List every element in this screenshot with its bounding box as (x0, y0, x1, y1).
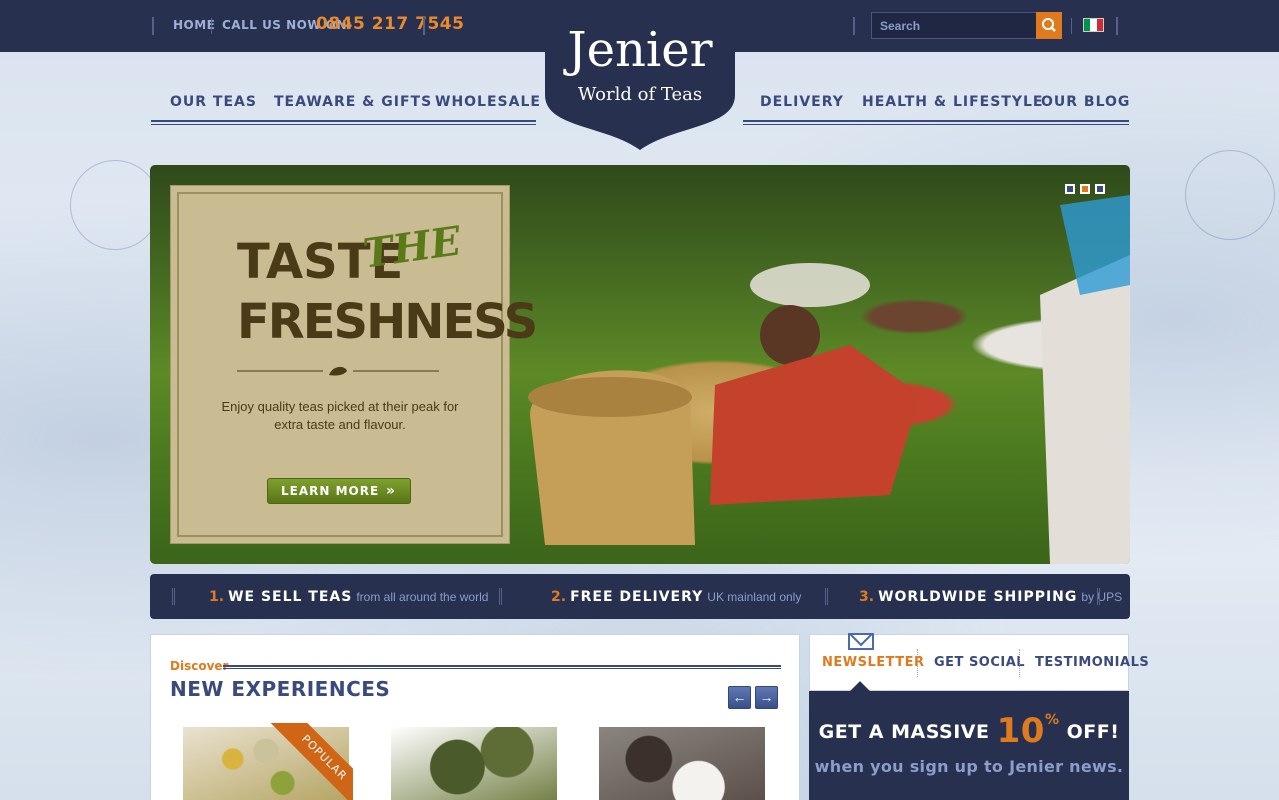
newsletter-content: GET A MASSIVE 10% OFF! when you sign up … (809, 681, 1129, 800)
hero-description: Enjoy quality teas picked at their peak … (221, 399, 459, 432)
slide-dot-3[interactable] (1095, 184, 1105, 194)
divider (211, 18, 212, 34)
main-nav-right: DELIVERY HEALTH & LIFESTYLE OUR BLOG (743, 94, 1129, 114)
nav-item-our-blog[interactable]: OUR BLOG (1041, 94, 1130, 110)
side-tabs-panel: NEWSLETTER GET SOCIAL TESTIMONIALS GET A… (809, 633, 1149, 800)
phone-number[interactable]: 0845 217 7545 (316, 14, 464, 34)
benefit-item: 3. WORLDWIDE SHIPPING by UPS (859, 588, 1122, 606)
nav-rule-left (151, 120, 536, 125)
learn-more-button[interactable]: LEARN MORE » (267, 478, 411, 504)
divider (1071, 18, 1072, 34)
slider-pagination (1065, 184, 1105, 194)
italian-flag-icon[interactable] (1083, 18, 1104, 32)
tab-get-social[interactable]: GET SOCIAL (934, 655, 1025, 670)
search-icon (1042, 18, 1056, 32)
benefit-subtitle: from all around the world (356, 590, 489, 604)
arrow-right-icon: → (759, 689, 774, 705)
compass-rose-left (70, 160, 160, 250)
newsletter-headline: GET A MASSIVE 10% OFF! (809, 711, 1129, 751)
decorative-tick (825, 588, 828, 605)
search-input[interactable] (871, 12, 1037, 39)
logo-subtitle: World of Teas (577, 84, 703, 105)
leaf-divider-icon (237, 366, 439, 376)
decorative-tick (172, 588, 175, 605)
benefit-title: WORLDWIDE SHIPPING (878, 589, 1078, 605)
search-button[interactable] (1036, 12, 1062, 39)
tab-divider (1019, 649, 1020, 677)
tab-newsletter[interactable]: NEWSLETTER (822, 655, 925, 670)
benefit-title: WE SELL TEAS (228, 589, 353, 605)
benefit-subtitle: UK mainland only (707, 590, 802, 604)
nav-item-our-teas[interactable]: OUR TEAS (170, 94, 257, 110)
discover-title: NEW EXPERIENCES (170, 677, 391, 701)
decorative-tick (423, 17, 425, 35)
benefit-number: 2. (551, 589, 567, 605)
benefits-bar: 1. WE SELL TEAS from all around the world … (150, 574, 1130, 619)
nav-item-wholesale[interactable]: WHOLESALE (435, 94, 541, 110)
decorative-tick (499, 588, 502, 605)
popular-badge: POPULAR (269, 723, 353, 800)
discount-percent: % (1044, 712, 1060, 728)
decorative-tick (1097, 588, 1100, 605)
benefit-item: 1. WE SELL TEAS from all around the world (209, 588, 488, 606)
carousel-prev-button[interactable]: ← (728, 686, 751, 709)
discover-kicker: Discover (170, 659, 229, 673)
tab-testimonials[interactable]: TESTIMONIALS (1035, 655, 1149, 670)
envelope-icon (848, 633, 874, 650)
slide-dot-1[interactable] (1065, 184, 1075, 194)
arrow-left-icon: ← (732, 689, 747, 705)
benefit-number: 1. (209, 589, 225, 605)
nav-rule-right (743, 120, 1129, 125)
discover-panel: Discover NEW EXPERIENCES ← → POPULAR (150, 634, 800, 800)
compass-rose-right (1185, 150, 1275, 240)
decorative-tick (1116, 17, 1118, 35)
home-link[interactable]: HOME (173, 18, 215, 32)
decorative-tick (152, 17, 154, 35)
newsletter-subline: when you sign up to Jenier news. (814, 757, 1124, 776)
benefit-number: 3. (859, 589, 875, 605)
main-nav-left: OUR TEAS TEAWARE & GIFTS WHOLESALE (151, 94, 540, 114)
hero-heading-line2: FRESHNESS (237, 294, 538, 350)
decorative-tick (853, 17, 855, 35)
benefit-item: 2. FREE DELIVERY UK mainland only (551, 588, 801, 606)
double-chevron-right-icon: » (385, 483, 396, 499)
nav-item-health-lifestyle[interactable]: HEALTH & LIFESTYLE (862, 94, 1043, 110)
benefit-subtitle: by UPS (1081, 590, 1123, 604)
headline-pre: GET A MASSIVE (818, 721, 990, 743)
benefit-title: FREE DELIVERY (570, 589, 704, 605)
popular-ribbon: POPULAR (269, 723, 353, 800)
product-image-2[interactable] (391, 727, 557, 800)
tab-divider (917, 649, 918, 677)
learn-more-label: LEARN MORE (281, 484, 380, 498)
nav-item-delivery[interactable]: DELIVERY (760, 94, 844, 110)
nav-item-teaware-gifts[interactable]: TEAWARE & GIFTS (274, 94, 432, 110)
site-logo[interactable]: Jenier World of Teas (545, 0, 735, 150)
discover-rule (223, 665, 781, 669)
discount-value: 10 (996, 711, 1045, 751)
hero-slider: TASTE THE FRESHNESS Enjoy quality teas p… (150, 165, 1130, 564)
hero-card: TASTE THE FRESHNESS Enjoy quality teas p… (170, 185, 538, 544)
slide-dot-2[interactable] (1080, 184, 1090, 194)
product-image-3[interactable] (599, 727, 765, 800)
headline-post: OFF! (1066, 721, 1120, 743)
carousel-next-button[interactable]: → (755, 686, 778, 709)
logo-title: Jenier (567, 22, 713, 78)
